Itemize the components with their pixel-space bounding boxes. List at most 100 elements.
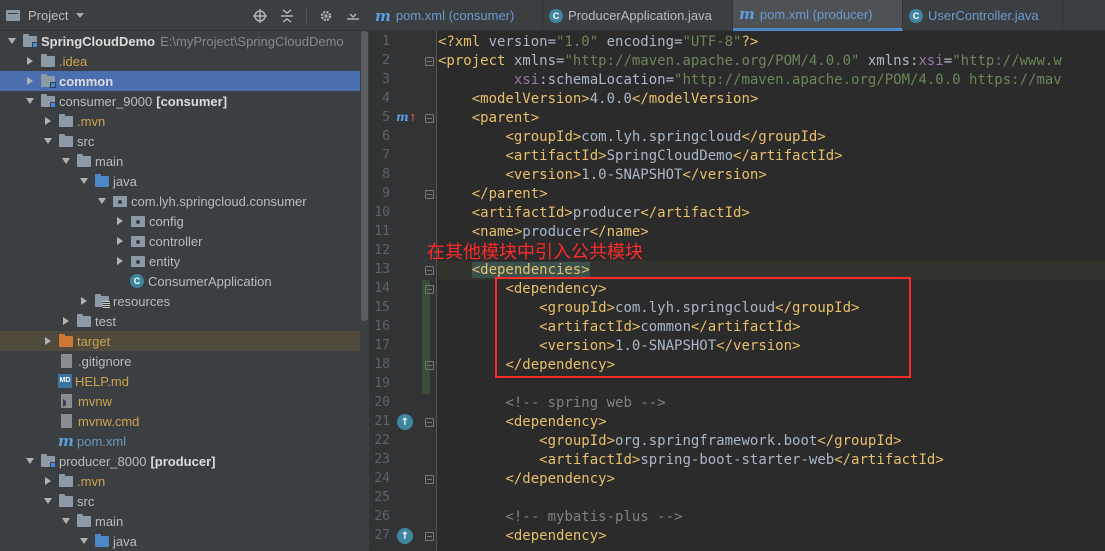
maven-parent-icon[interactable]: m↑ [396, 110, 417, 124]
expand-arrow-icon[interactable] [96, 191, 108, 211]
collapsed-arrow-icon[interactable] [60, 311, 72, 331]
code-line[interactable]: </parent> [438, 185, 1105, 204]
tree-item-idea[interactable]: .idea [0, 51, 360, 71]
tree-item-main[interactable]: main [0, 511, 360, 531]
tree-item-controller[interactable]: controller [0, 231, 360, 251]
expand-arrow-icon[interactable] [42, 131, 54, 151]
vcs-change-marker[interactable] [422, 280, 430, 394]
tree-item-common[interactable]: common [0, 71, 360, 91]
tree-item-config[interactable]: config [0, 211, 360, 231]
fold-toggle-icon[interactable] [425, 418, 434, 427]
module-folder-icon [40, 454, 56, 468]
fold-toggle-icon[interactable] [425, 266, 434, 275]
collapsed-arrow-icon[interactable] [78, 291, 90, 311]
code-line[interactable]: <modelVersion>4.0.0</modelVersion> [438, 90, 1105, 109]
collapsed-arrow-icon[interactable] [24, 71, 36, 91]
tree-item-java[interactable]: java [0, 531, 360, 551]
collapsed-arrow-icon[interactable] [114, 231, 126, 251]
expand-arrow-icon[interactable] [60, 511, 72, 531]
tree-item-consumer-module[interactable]: consumer_9000 [consumer] [0, 91, 360, 111]
tree-item-mvn[interactable]: .mvn [0, 111, 360, 131]
collapsed-arrow-icon[interactable] [42, 331, 54, 351]
expand-arrow-icon[interactable] [24, 91, 36, 111]
tree-item-test[interactable]: test [0, 311, 360, 331]
expand-arrow-icon[interactable] [78, 171, 90, 191]
line-number: 8 [382, 167, 390, 182]
code-token: "http://www.w [952, 53, 1062, 69]
expand-arrow-icon[interactable] [24, 451, 36, 471]
collapsed-arrow-icon[interactable] [42, 111, 54, 131]
tree-item-label: test [95, 313, 116, 329]
expand-arrow-icon[interactable] [6, 31, 18, 51]
code-token: <dependency> [505, 528, 607, 544]
tree-item-java[interactable]: java [0, 171, 360, 191]
tree-item-pom-xml[interactable]: m pom.xml [0, 431, 360, 451]
tree-item-target[interactable]: target [0, 331, 360, 351]
tree-item-mvnw[interactable]: mvnw [0, 391, 360, 411]
fold-toggle-icon[interactable] [425, 57, 434, 66]
collapsed-arrow-icon[interactable] [42, 471, 54, 491]
dependency-gutter-icon[interactable]: ↑ [397, 528, 413, 544]
tree-item-root-module[interactable]: SpringCloudDemo E:\myProject\SpringCloud… [0, 31, 360, 51]
dependency-gutter-icon[interactable]: ↑ [397, 414, 413, 430]
fold-toggle-icon[interactable] [425, 361, 434, 370]
gear-icon[interactable] [318, 8, 334, 24]
code-line[interactable]: <parent> [438, 109, 1105, 128]
line-number: 16 [374, 319, 390, 334]
tree-item-resources[interactable]: resources [0, 291, 360, 311]
tree-item-main[interactable]: main [0, 151, 360, 171]
tree-item-src[interactable]: src [0, 491, 360, 511]
fold-toggle-icon[interactable] [425, 532, 434, 541]
fold-toggle-icon[interactable] [425, 114, 434, 123]
code-line[interactable]: <artifactId>spring-boot-starter-web</art… [438, 451, 1105, 470]
code-line[interactable]: <!-- mybatis-plus --> [438, 508, 1105, 527]
collapsed-arrow-icon[interactable] [114, 251, 126, 271]
collapsed-arrow-icon[interactable] [114, 211, 126, 231]
line-number: 14 [374, 281, 390, 296]
editor-gutter[interactable]: 1 2 3 4 5 6 7 8 9 10 11 12 13 14 15 16 17 18 19 20 21 22 23 24 2… [369, 31, 437, 551]
expand-arrow-icon[interactable] [42, 491, 54, 511]
tree-item-gitignore[interactable]: .gitignore [0, 351, 360, 371]
tree-item-package[interactable]: com.lyh.springcloud.consumer [0, 191, 360, 211]
expand-arrow-icon[interactable] [60, 151, 72, 171]
tree-item-help-md[interactable]: MD HELP.md [0, 371, 360, 391]
tree-item-entity[interactable]: entity [0, 251, 360, 271]
fold-toggle-icon[interactable] [425, 285, 434, 294]
code-line[interactable]: <project xmlns="http://maven.apache.org/… [438, 52, 1105, 71]
fold-toggle-icon[interactable] [425, 190, 434, 199]
project-panel-title: Project [28, 7, 69, 23]
tree-item-consumer-application[interactable]: C ConsumerApplication [0, 271, 360, 291]
code-line[interactable]: <?xml version="1.0" encoding="UTF-8"?> [438, 33, 1105, 52]
expand-arrow-icon[interactable] [78, 531, 90, 551]
tree-item-mvnw-cmd[interactable]: mvnw.cmd [0, 411, 360, 431]
hide-panel-icon[interactable] [345, 8, 361, 24]
class-icon: C [909, 8, 923, 23]
code-line[interactable]: <artifactId>producer</artifactId> [438, 204, 1105, 223]
tab-pom-producer[interactable]: m pom.xml (producer) [733, 0, 903, 31]
code-line[interactable]: <dependency> [438, 413, 1105, 432]
code-line[interactable]: <artifactId>SpringCloudDemo</artifactId> [438, 147, 1105, 166]
collapse-all-icon[interactable] [279, 8, 295, 24]
code-line[interactable]: <dependency> [438, 527, 1105, 546]
code-line[interactable] [438, 489, 1105, 508]
tab-pom-consumer[interactable]: m pom.xml (consumer) [369, 0, 543, 31]
code-line[interactable]: xsi:schemaLocation="http://maven.apache.… [438, 71, 1105, 90]
project-view-selector[interactable]: Project [6, 0, 85, 31]
code-line[interactable]: <!-- spring web --> [438, 394, 1105, 413]
tab-user-controller[interactable]: C UserController.java [903, 0, 1063, 31]
locate-target-icon[interactable] [252, 8, 268, 24]
code-token: "http://maven.apache.org/POM/4.0.0 https… [674, 72, 1062, 88]
code-line[interactable]: <groupId>com.lyh.springcloud</groupId> [438, 128, 1105, 147]
highlight-box [495, 277, 911, 378]
tree-item-mvn[interactable]: .mvn [0, 471, 360, 491]
collapsed-arrow-icon[interactable] [24, 51, 36, 71]
code-line[interactable]: <groupId>org.springframework.boot</group… [438, 432, 1105, 451]
tree-item-src[interactable]: src [0, 131, 360, 151]
code-line[interactable]: <version>1.0-SNAPSHOT</version> [438, 166, 1105, 185]
code-line[interactable]: </dependency> [438, 470, 1105, 489]
tab-producer-application[interactable]: C ProducerApplication.java [543, 0, 733, 31]
tree-item-producer-module[interactable]: producer_8000 [producer] [0, 451, 360, 471]
fold-toggle-icon[interactable] [425, 475, 434, 484]
code-token: "http://maven.apache.org/POM/4.0.0" [564, 53, 868, 69]
